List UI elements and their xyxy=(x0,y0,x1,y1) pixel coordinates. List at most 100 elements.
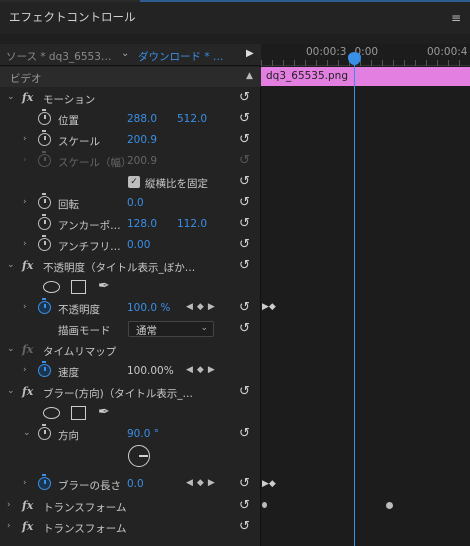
reset-icon[interactable]: ↺ xyxy=(239,476,250,491)
ellipse-mask-icon[interactable] xyxy=(43,281,60,293)
reset-icon[interactable]: ↺ xyxy=(239,321,250,336)
fx-icon[interactable]: fx xyxy=(22,91,33,104)
time-label: 00:00:3 0:00 xyxy=(306,46,379,58)
reset-icon[interactable]: ↺ xyxy=(239,90,250,105)
effect-time-remap[interactable]: ⌄ fx タイムリマップ xyxy=(0,340,261,361)
chevron-down-icon[interactable]: ⌄ xyxy=(7,260,15,270)
reset-icon[interactable]: ↺ xyxy=(239,195,250,210)
play-icon[interactable]: ▶ xyxy=(246,48,254,59)
fx-icon[interactable]: fx xyxy=(22,499,33,512)
reset-icon[interactable]: ↺ xyxy=(239,519,250,534)
effect-name: タイムリマップ xyxy=(43,346,117,358)
playhead-line[interactable] xyxy=(354,56,355,546)
rectangle-mask-icon[interactable] xyxy=(71,406,86,420)
blend-mode-select[interactable]: 通常 ⌄ xyxy=(128,321,214,337)
param-anchor-point: アンカーポ… 128.0 112.0 ↺ xyxy=(0,214,261,235)
param-blend-mode: 描画モード 通常 ⌄ ↺ xyxy=(0,319,261,340)
effect-motion[interactable]: ⌄ fx モーション ↺ xyxy=(0,88,261,109)
reset-icon[interactable]: ↺ xyxy=(239,216,250,231)
stopwatch-icon[interactable] xyxy=(38,474,51,490)
keyframe-marker-icon[interactable]: ▶◆ xyxy=(262,302,276,312)
pen-mask-icon[interactable]: ✒ xyxy=(98,278,110,294)
effect-opacity[interactable]: ⌄ fx 不透明度（タイトル表示_ぼか… ↺ xyxy=(0,256,261,277)
reset-icon[interactable]: ↺ xyxy=(239,174,250,189)
param-label: スケール（幅） xyxy=(58,157,132,169)
direction-value[interactable]: 90.0 ° xyxy=(127,428,159,440)
chevron-right-icon[interactable]: › xyxy=(23,197,27,207)
stopwatch-icon[interactable] xyxy=(38,361,51,377)
collapse-up-icon[interactable]: ▲ xyxy=(246,71,253,81)
stopwatch-icon[interactable] xyxy=(38,298,51,314)
anchor-y-value[interactable]: 112.0 xyxy=(177,218,207,230)
rotation-value[interactable]: 0.0 xyxy=(127,197,144,209)
stopwatch-icon[interactable] xyxy=(38,235,51,251)
direction-dial-icon[interactable] xyxy=(128,445,150,467)
source-label[interactable]: ソース * dq3_6553… xyxy=(6,49,111,64)
uniform-scale-checkbox[interactable]: ✓ xyxy=(128,176,140,188)
param-direction: ⌄ 方向 90.0 ° ↺ xyxy=(0,424,261,445)
reset-icon[interactable]: ↺ xyxy=(239,300,250,315)
chevron-right-icon[interactable]: › xyxy=(7,521,11,531)
stopwatch-icon[interactable] xyxy=(38,193,51,209)
param-scale-width: › スケール（幅） 200.9 ↺ xyxy=(0,151,261,172)
anchor-x-value[interactable]: 128.0 xyxy=(127,218,157,230)
reset-icon[interactable]: ↺ xyxy=(239,237,250,252)
reset-icon[interactable]: ↺ xyxy=(239,111,250,126)
effect-transform-2[interactable]: › fx トランスフォーム ↺ xyxy=(0,517,261,538)
blur-length-value[interactable]: 0.0 xyxy=(127,478,144,490)
time-ruler[interactable]: 00:00:3 0:00 00:00:4 xyxy=(261,44,470,66)
reset-icon[interactable]: ↺ xyxy=(239,132,250,147)
stopwatch-icon[interactable] xyxy=(38,214,51,230)
reset-icon[interactable]: ↺ xyxy=(239,258,250,273)
chevron-down-icon[interactable]: ⌄ xyxy=(7,386,15,396)
chevron-right-icon[interactable]: › xyxy=(7,500,11,510)
keyframe-marker-icon[interactable]: ▶◆ xyxy=(262,479,276,489)
fx-icon[interactable]: fx xyxy=(22,520,33,533)
clip-name: dq3_65535.png xyxy=(266,70,348,82)
chevron-right-icon[interactable]: › xyxy=(23,239,27,249)
chevron-right-icon[interactable]: › xyxy=(23,365,27,375)
position-x-value[interactable]: 288.0 xyxy=(127,113,157,125)
speed-value[interactable]: 100.00% xyxy=(127,365,174,377)
clip-label[interactable]: ダウンロード * … xyxy=(138,49,223,64)
chevron-right-icon[interactable]: › xyxy=(23,134,27,144)
pen-mask-icon[interactable]: ✒ xyxy=(98,404,110,420)
stopwatch-icon xyxy=(38,151,51,167)
fx-icon[interactable]: fx xyxy=(22,259,33,272)
chevron-right-icon[interactable]: › xyxy=(23,302,27,312)
panel-title: エフェクトコントロール xyxy=(9,10,136,24)
scale-value[interactable]: 200.9 xyxy=(127,134,157,146)
fx-icon: fx xyxy=(22,343,34,356)
keyframe-dot-icon[interactable] xyxy=(386,502,393,509)
keyframe-dot-icon[interactable] xyxy=(262,502,267,508)
video-section-header: ビデオ ▲ xyxy=(0,67,261,87)
keyframe-nav-icon[interactable]: ◀◆▶ xyxy=(186,478,219,488)
clip-bar[interactable]: dq3_65535.png xyxy=(261,67,470,86)
chevron-down-icon[interactable]: ⌄ xyxy=(7,344,15,354)
stopwatch-icon[interactable] xyxy=(38,424,51,440)
param-label: スケール xyxy=(58,136,100,148)
chevron-down-icon[interactable]: ⌄ xyxy=(121,48,129,59)
effect-name: ブラー(方向)（タイトル表示_… xyxy=(43,388,193,400)
keyframe-nav-icon[interactable]: ◀◆▶ xyxy=(186,302,219,312)
chevron-down-icon[interactable]: ⌄ xyxy=(23,428,31,438)
ellipse-mask-icon[interactable] xyxy=(43,407,60,419)
timeline-panel[interactable]: 00:00:3 0:00 00:00:4 dq3_65535.png ▶◆ ▶◆ xyxy=(261,44,470,546)
position-y-value[interactable]: 512.0 xyxy=(177,113,207,125)
hamburger-icon[interactable]: ≡ xyxy=(451,11,461,25)
reset-icon[interactable]: ↺ xyxy=(239,384,250,399)
chevron-down-icon[interactable]: ⌄ xyxy=(7,92,15,102)
fx-icon[interactable]: fx xyxy=(22,385,33,398)
antiflicker-value[interactable]: 0.00 xyxy=(127,239,150,251)
stopwatch-icon[interactable] xyxy=(38,109,51,125)
effect-directional-blur[interactable]: ⌄ fx ブラー(方向)（タイトル表示_… ↺ xyxy=(0,382,261,403)
rectangle-mask-icon[interactable] xyxy=(71,280,86,294)
opacity-value[interactable]: 100.0 % xyxy=(127,302,170,314)
chevron-right-icon[interactable]: › xyxy=(23,478,27,488)
effect-transform-1[interactable]: › fx トランスフォーム ↺ xyxy=(0,496,261,517)
reset-icon[interactable]: ↺ xyxy=(239,498,250,513)
stopwatch-icon[interactable] xyxy=(38,130,51,146)
keyframe-nav-icon[interactable]: ◀◆▶ xyxy=(186,365,219,375)
param-label: 不透明度 xyxy=(58,304,100,316)
reset-icon[interactable]: ↺ xyxy=(239,426,250,441)
